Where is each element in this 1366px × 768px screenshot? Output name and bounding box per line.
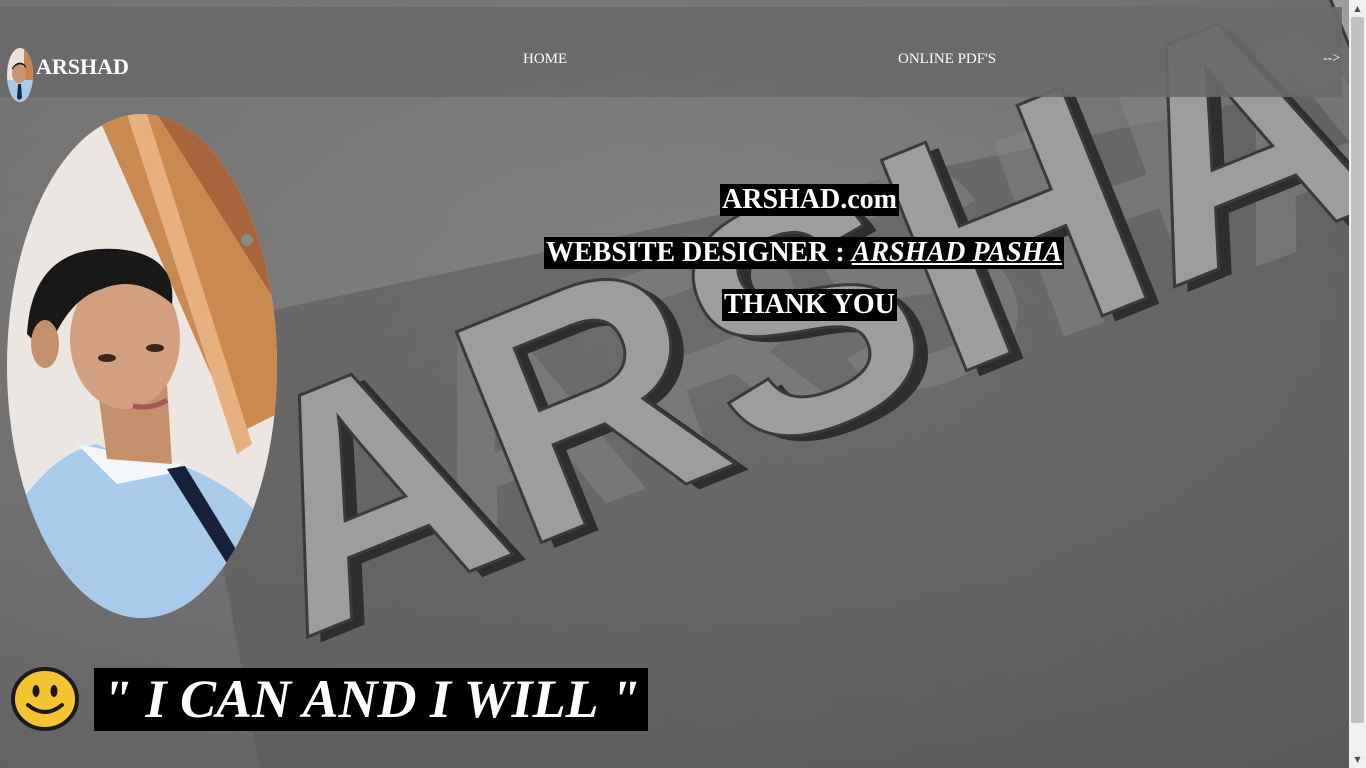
site-title: ARSHAD.com <box>720 184 899 216</box>
profile-photo <box>7 114 277 618</box>
profile-photo-icon <box>7 48 33 102</box>
scroll-down-arrow-icon[interactable]: ▼ <box>1349 751 1366 768</box>
smiley-face-icon <box>11 667 79 731</box>
thank-you-text: THANK YOU <box>722 289 897 321</box>
page: ARSHAD ARSHAD ARSHAD ARSHAD HOME ONLINE … <box>0 0 1366 768</box>
brand-title[interactable]: ARSHAD <box>36 54 129 80</box>
designer-credit: WEBSITE DESIGNER : ARSHAD PASHA <box>544 237 1065 269</box>
profile-photo-icon <box>7 114 277 618</box>
nav-link-home[interactable]: HOME <box>523 51 567 68</box>
navbar: ARSHAD HOME ONLINE PDF'S --> <box>0 7 1342 102</box>
nav-link-online-pdfs[interactable]: ONLINE PDF'S <box>898 51 996 68</box>
designer-label: WEBSITE DESIGNER : <box>546 237 852 268</box>
scrollbar-thumb[interactable] <box>1351 17 1364 723</box>
nav-stray-text: --> <box>1323 51 1341 66</box>
vertical-scrollbar[interactable]: ▲ ▼ <box>1349 0 1366 768</box>
designer-name-link[interactable]: ARSHAD PASHA <box>852 237 1062 268</box>
nav-avatar[interactable] <box>7 48 33 102</box>
quote-text: " I CAN AND I WILL " <box>94 668 649 731</box>
scroll-up-arrow-icon[interactable]: ▲ <box>1349 0 1366 17</box>
